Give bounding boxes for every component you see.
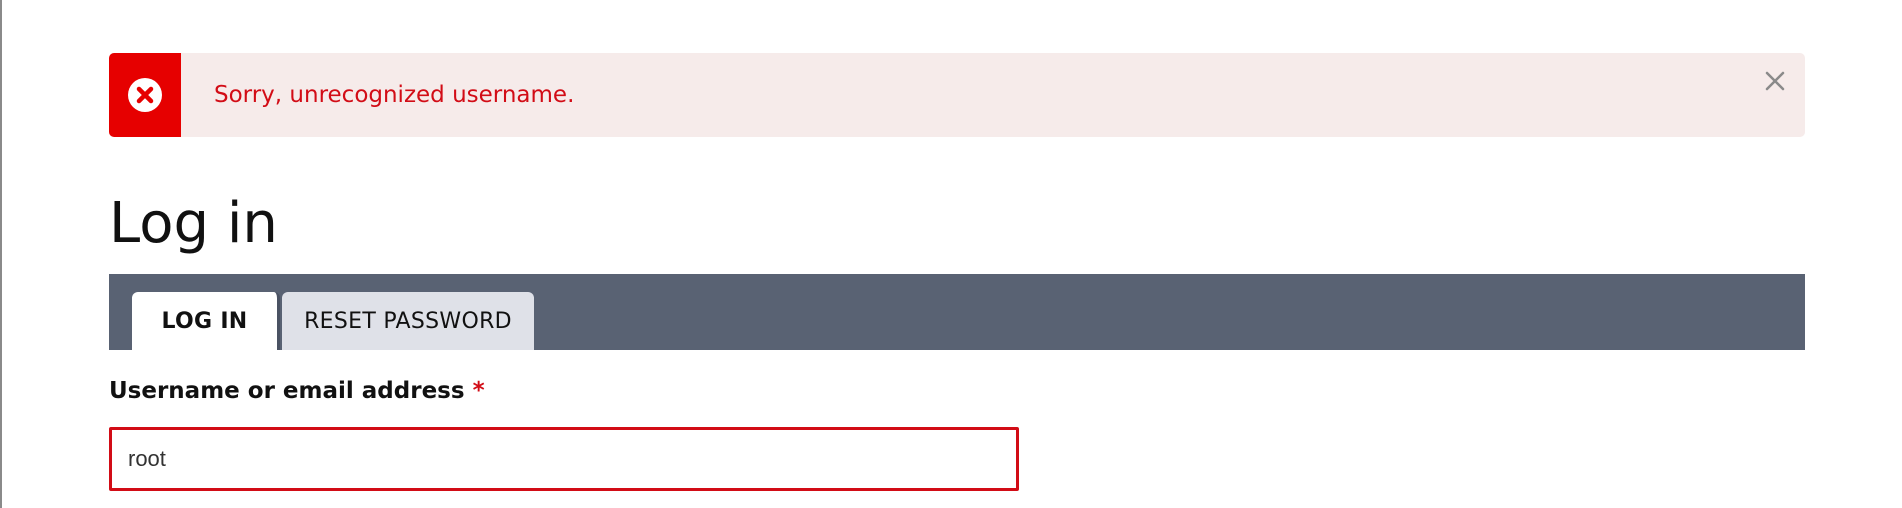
username-label-text: Username or email address bbox=[109, 378, 465, 404]
tab-bar: LOG IN RESET PASSWORD bbox=[109, 274, 1805, 350]
error-message-text: Sorry, unrecognized username. bbox=[214, 82, 575, 108]
required-marker: * bbox=[472, 378, 485, 404]
tab-log-in[interactable]: LOG IN bbox=[132, 292, 280, 350]
close-icon bbox=[1765, 71, 1785, 91]
page-title: Log in bbox=[109, 191, 278, 256]
error-icon-box bbox=[109, 53, 181, 137]
username-input[interactable] bbox=[109, 427, 1019, 491]
error-message: Sorry, unrecognized username. bbox=[109, 53, 1805, 137]
tab-reset-password[interactable]: RESET PASSWORD bbox=[282, 292, 534, 350]
close-message-button[interactable] bbox=[1755, 61, 1795, 101]
window-edge bbox=[0, 0, 2, 508]
username-label: Username or email address * bbox=[109, 378, 485, 404]
error-x-icon bbox=[128, 78, 162, 112]
